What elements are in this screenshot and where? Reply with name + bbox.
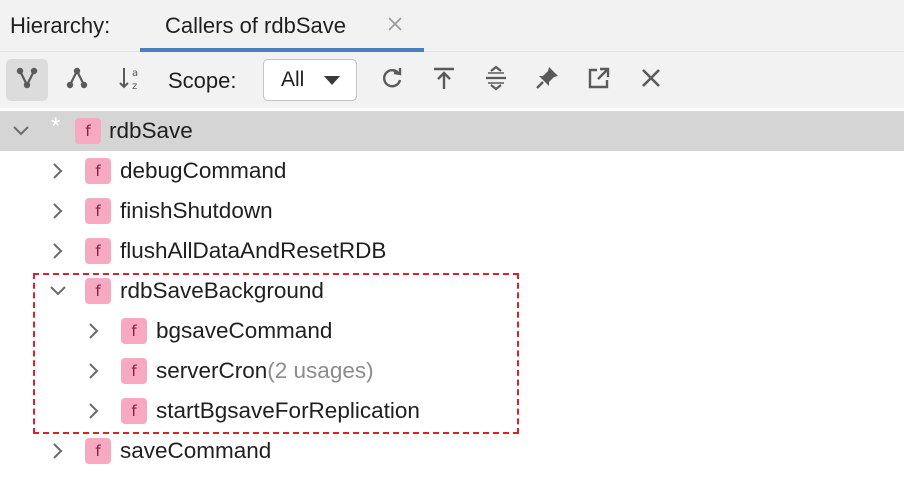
scope-label: Scope: [168, 68, 237, 93]
callee-hierarchy-button[interactable] [56, 59, 98, 101]
tree-item-label: startBgsaveForReplication [156, 398, 420, 423]
tab-bar: Hierarchy: Callers of rdbSave [0, 0, 904, 52]
tree-row[interactable]: f saveCommand [0, 431, 904, 471]
tree-item-label-with-usage: serverCron(2 usages) [156, 358, 374, 384]
chevron-right-icon[interactable] [49, 241, 67, 261]
chevron-right-icon[interactable] [49, 161, 67, 181]
scope-dropdown[interactable]: All [263, 59, 357, 101]
toolbar: az Scope: All [0, 52, 904, 108]
caller-hierarchy-button[interactable] [6, 59, 48, 101]
scope-value: All [281, 68, 305, 91]
tree-item-label: saveCommand [120, 438, 272, 463]
tree-row[interactable]: f debugCommand [0, 151, 904, 191]
tree-item-label: bgsaveCommand [156, 318, 333, 343]
sort-alphabetically-button[interactable]: az [110, 59, 152, 101]
function-icon: f [121, 358, 147, 384]
chevron-down-icon[interactable] [12, 121, 30, 141]
open-in-new-tab-icon [585, 64, 613, 97]
function-icon: f [85, 198, 111, 224]
chevron-down-icon [322, 74, 342, 88]
chevron-right-icon[interactable] [49, 201, 67, 221]
pin-button[interactable] [526, 59, 568, 101]
tree-row-child[interactable]: f bgsaveCommand [0, 311, 904, 351]
pin-icon [533, 64, 561, 97]
chevron-right-icon[interactable] [85, 361, 103, 381]
chevron-down-icon[interactable] [49, 281, 67, 301]
go-to-top-icon [430, 64, 458, 97]
open-in-new-tab-button[interactable] [578, 59, 620, 101]
function-icon: f [85, 238, 111, 264]
usage-count: (2 usages) [267, 358, 374, 383]
svg-text:a: a [132, 68, 138, 79]
chevron-right-icon[interactable] [85, 401, 103, 421]
go-to-top-button[interactable] [423, 59, 465, 101]
tree-row-root[interactable]: * f rdbSave [0, 111, 904, 151]
function-icon: f [121, 398, 147, 424]
tree-row[interactable]: f flushAllDataAndResetRDB [0, 231, 904, 271]
tree-item-label: finishShutdown [120, 198, 273, 223]
close-icon[interactable] [385, 14, 405, 34]
close-panel-button[interactable] [630, 59, 672, 101]
tab-callers-of-rdbsave[interactable]: Callers of rdbSave [140, 0, 424, 52]
function-icon: f [75, 118, 101, 144]
chevron-right-icon[interactable] [85, 321, 103, 341]
tree-item-label: serverCron [156, 358, 268, 383]
refresh-icon [378, 64, 406, 97]
hierarchy-tree: * f rdbSave f debugCommand f finishShutd… [0, 108, 904, 498]
function-icon: f [121, 318, 147, 344]
callee-hierarchy-icon [63, 64, 91, 97]
tree-row-child[interactable]: f startBgsaveForReplication [0, 391, 904, 431]
refresh-button[interactable] [371, 59, 413, 101]
tree-item-label: rdbSave [109, 118, 193, 143]
caller-hierarchy-icon [13, 64, 41, 97]
tree-item-label: rdbSaveBackground [120, 278, 324, 303]
function-icon: f [85, 158, 111, 184]
expand-all-button[interactable] [475, 59, 517, 101]
tree-row-expanded[interactable]: f rdbSaveBackground [0, 271, 904, 311]
expand-all-icon [482, 64, 510, 97]
tree-row-child[interactable]: f serverCron(2 usages) [0, 351, 904, 391]
sort-alphabetically-icon: az [117, 64, 145, 97]
chevron-right-icon[interactable] [49, 441, 67, 461]
function-icon: f [85, 278, 111, 304]
hierarchy-label: Hierarchy: [10, 13, 111, 38]
svg-text:z: z [132, 81, 137, 92]
tree-item-label: flushAllDataAndResetRDB [120, 238, 387, 263]
tree-row[interactable]: f finishShutdown [0, 191, 904, 231]
close-icon [637, 64, 665, 97]
tab-title: Callers of rdbSave [165, 13, 346, 38]
tree-item-label: debugCommand [120, 158, 287, 183]
root-marker: * [51, 113, 61, 140]
function-icon: f [85, 438, 111, 464]
